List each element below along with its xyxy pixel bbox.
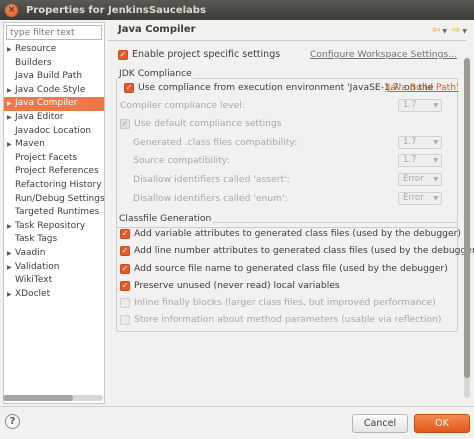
opt-method-parameters-checkbox[interactable] bbox=[120, 314, 130, 325]
source-compat-select[interactable]: 1.7 ▼ bbox=[398, 154, 442, 167]
disallow-enum-label: Disallow identifiers called 'enum': bbox=[133, 193, 288, 204]
use-default-row[interactable]: ✓ Use default compliance settings bbox=[120, 118, 282, 129]
enable-specific-checkbox[interactable]: ✓ bbox=[118, 49, 128, 60]
expand-arrow-icon[interactable]: ▶ bbox=[7, 97, 12, 111]
chevron-down-icon: ▼ bbox=[433, 157, 438, 164]
disallow-assert-label: Disallow identifiers called 'assert': bbox=[133, 174, 290, 185]
opt-inline-finally-row[interactable]: Inline finally blocks (larger class file… bbox=[120, 297, 436, 308]
back-arrow-icon[interactable]: ⇦ bbox=[432, 25, 440, 36]
chevron-down-icon[interactable]: ▼ bbox=[462, 28, 467, 36]
classfile-generation-label: Classfile Generation bbox=[118, 213, 213, 224]
tree-item-maven[interactable]: ▶ Maven bbox=[4, 138, 104, 152]
tree-item-java-editor[interactable]: ▶ Java Editor bbox=[4, 111, 104, 125]
compliance-level-select[interactable]: 1.7 ▼ bbox=[398, 99, 442, 112]
close-icon[interactable]: × bbox=[5, 3, 18, 17]
expand-arrow-icon[interactable]: ▶ bbox=[7, 138, 12, 152]
java-build-path-link[interactable]: 'Java Build Path' bbox=[385, 82, 459, 93]
tree-item-project-facets[interactable]: Project Facets bbox=[4, 152, 104, 166]
expand-arrow-icon[interactable]: ▶ bbox=[7, 261, 12, 275]
tree-item-project-references[interactable]: Project References bbox=[4, 165, 104, 179]
title-bar: × Properties for JenkinsSaucelabs bbox=[0, 0, 474, 20]
tree-item-xdoclet[interactable]: ▶ XDoclet bbox=[4, 288, 104, 302]
tree-item-run-debug-settings[interactable]: Run/Debug Settings bbox=[4, 193, 105, 207]
chevron-down-icon: ▼ bbox=[433, 102, 438, 109]
opt-preserve-unused-checkbox[interactable]: ✓ bbox=[120, 280, 130, 291]
opt-preserve-unused-row[interactable]: ✓ Preserve unused (never read) local var… bbox=[120, 280, 340, 291]
tree-item-java-compiler[interactable]: ▶ Java Compiler bbox=[4, 97, 104, 111]
header-separator bbox=[108, 40, 466, 41]
tree-item-javadoc-location[interactable]: Javadoc Location bbox=[4, 125, 104, 139]
main-vertical-scrollbar[interactable] bbox=[464, 58, 470, 398]
expand-arrow-icon[interactable]: ▶ bbox=[7, 220, 12, 234]
opt-source-file-checkbox[interactable]: ✓ bbox=[120, 263, 130, 274]
use-compliance-checkbox[interactable]: ✓ bbox=[124, 82, 134, 93]
chevron-down-icon[interactable]: ▼ bbox=[442, 28, 447, 36]
main-panel: Java Compiler ⇦ ▼ ⇨ ▼ ✓ Enable project s… bbox=[108, 22, 474, 404]
sidebar: ▶Resource Builders Java Build Path ▶Java… bbox=[3, 22, 105, 404]
tree-item-wikitext[interactable]: WikiText bbox=[4, 274, 104, 288]
tree-item-java-build-path[interactable]: Java Build Path bbox=[4, 70, 104, 84]
scrollbar-thumb[interactable] bbox=[464, 58, 470, 378]
help-button[interactable]: ? bbox=[5, 414, 20, 429]
chevron-down-icon: ▼ bbox=[433, 176, 438, 183]
chevron-down-icon: ▼ bbox=[433, 195, 438, 202]
footer-separator bbox=[0, 406, 474, 407]
navigation-arrows: ⇦ ▼ ⇨ ▼ bbox=[432, 25, 467, 36]
tree-item-validation[interactable]: ▶ Validation bbox=[4, 261, 104, 275]
opt-source-file-row[interactable]: ✓ Add source file name to generated clas… bbox=[120, 263, 448, 274]
expand-arrow-icon[interactable]: ▶ bbox=[7, 84, 12, 98]
tree-item-vaadin[interactable]: ▶ Vaadin bbox=[4, 247, 104, 261]
sidebar-horizontal-scrollbar[interactable] bbox=[3, 395, 103, 401]
disallow-assert-select[interactable]: Error ▼ bbox=[398, 173, 442, 186]
opt-line-number-row[interactable]: ✓ Add line number attributes to generate… bbox=[120, 245, 474, 256]
jdk-compliance-label: JDK Compliance bbox=[118, 68, 193, 79]
expand-arrow-icon[interactable]: ▶ bbox=[7, 288, 12, 302]
tree-item-resource[interactable]: ▶ Resource bbox=[4, 43, 104, 57]
ok-button[interactable]: OK bbox=[414, 414, 470, 433]
source-compat-label: Source compatibility: bbox=[133, 155, 230, 166]
filter-input[interactable] bbox=[6, 25, 102, 40]
opt-inline-finally-checkbox[interactable] bbox=[120, 297, 130, 308]
opt-variable-attributes-row[interactable]: ✓ Add variable attributes to generated c… bbox=[120, 228, 461, 239]
configure-workspace-link[interactable]: Configure Workspace Settings... bbox=[310, 49, 457, 60]
forward-arrow-icon[interactable]: ⇨ bbox=[452, 25, 460, 36]
compliance-level-label: Compiler compliance level: bbox=[120, 100, 245, 111]
property-tree: ▶ Resource Builders Java Build Path ▶ Java… bbox=[4, 43, 105, 302]
expand-arrow-icon[interactable]: ▶ bbox=[7, 43, 12, 57]
use-default-checkbox[interactable]: ✓ bbox=[120, 118, 130, 129]
tree-item-task-repository[interactable]: ▶ Task Repository bbox=[4, 220, 104, 234]
opt-variable-attributes-checkbox[interactable]: ✓ bbox=[120, 228, 130, 239]
scrollbar-thumb[interactable] bbox=[3, 395, 73, 401]
expand-arrow-icon[interactable]: ▶ bbox=[7, 111, 12, 125]
expand-arrow-icon[interactable]: ▶ bbox=[7, 247, 12, 261]
tree-item-java-code-style[interactable]: ▶ Java Code Style bbox=[4, 84, 104, 98]
disallow-enum-select[interactable]: Error ▼ bbox=[398, 192, 442, 205]
opt-method-parameters-row[interactable]: Store information about method parameter… bbox=[120, 314, 441, 325]
cancel-button[interactable]: Cancel bbox=[352, 414, 408, 433]
tree-item-targeted-runtimes[interactable]: Targeted Runtimes bbox=[4, 206, 104, 220]
enable-specific-settings-row[interactable]: ✓ Enable project specific settings bbox=[118, 49, 280, 60]
chevron-down-icon: ▼ bbox=[433, 139, 438, 146]
generated-compat-label: Generated .class files compatibility: bbox=[133, 137, 298, 148]
window-title: Properties for JenkinsSaucelabs bbox=[26, 4, 206, 16]
tree-item-refactoring-history[interactable]: Refactoring History bbox=[4, 179, 104, 193]
tree-item-builders[interactable]: Builders bbox=[4, 57, 104, 71]
opt-line-number-checkbox[interactable]: ✓ bbox=[120, 245, 130, 256]
generated-compat-select[interactable]: 1.7 ▼ bbox=[398, 136, 442, 149]
page-title: Java Compiler bbox=[118, 24, 196, 35]
tree-item-task-tags[interactable]: Task Tags bbox=[4, 233, 104, 247]
